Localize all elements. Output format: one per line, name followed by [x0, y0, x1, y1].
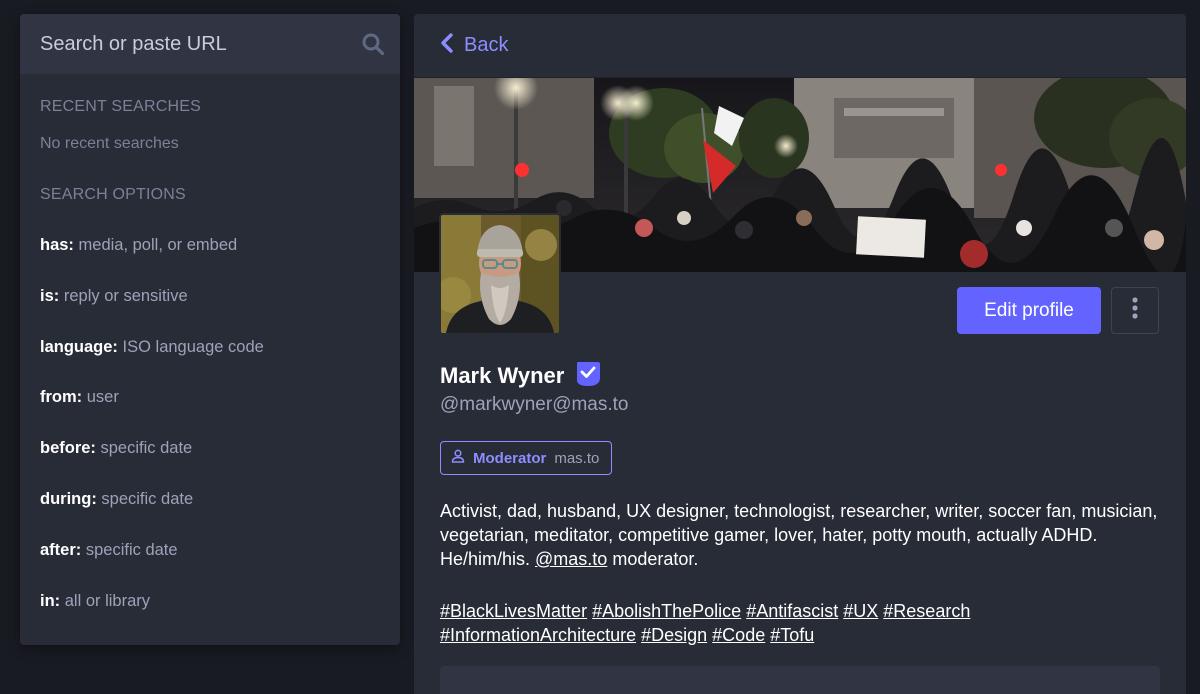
display-name: Mark Wyner [440, 362, 565, 388]
more-options-button[interactable] [1111, 287, 1159, 334]
search-options-list: has: media, poll, or embed is: reply or … [40, 236, 264, 642]
option-description: specific date [95, 439, 193, 458]
hashtag-list: #BlackLivesMatter #AbolishThePolice #Ant… [440, 599, 1160, 647]
search-option-after[interactable]: after: specific date [40, 541, 264, 592]
edit-profile-button[interactable]: Edit profile [957, 287, 1101, 334]
display-name-row: Mark Wyner [440, 359, 602, 392]
option-key: has: [40, 236, 74, 254]
bio-text: Activist, dad, husband, UX designer, tec… [440, 499, 1160, 571]
hashtag-link[interactable]: #Research [883, 601, 970, 621]
back-button[interactable]: Back [440, 32, 509, 59]
search-option-from[interactable]: from: user [40, 388, 264, 439]
profile-bio: Activist, dad, husband, UX designer, tec… [440, 499, 1160, 647]
avatar[interactable] [439, 213, 561, 335]
role-domain: mas.to [554, 449, 600, 467]
mention-link[interactable]: @mas.to [535, 549, 607, 569]
option-description: specific date [96, 489, 194, 508]
option-description: media, poll, or embed [73, 236, 238, 254]
hashtag-link[interactable]: #Antifascist [746, 601, 838, 621]
search-option-is[interactable]: is: reply or sensitive [40, 287, 264, 338]
bio-part: moderator. [607, 549, 699, 569]
option-key: before: [40, 439, 96, 458]
option-key: from: [40, 388, 83, 407]
recent-searches-heading: Recent searches [40, 98, 201, 115]
column-header: Back [414, 14, 1186, 78]
back-label: Back [464, 34, 509, 56]
option-key: during: [40, 489, 97, 508]
hashtag-link[interactable]: #Code [712, 625, 765, 645]
search-panel: Recent searches No recent searches Searc… [20, 14, 400, 645]
option-key: language: [40, 337, 118, 356]
option-description: ISO language code [117, 337, 264, 356]
profile-panel: Back Edit profile Mark Wyner @markwyner@… [414, 14, 1186, 694]
hashtag-link[interactable]: #Tofu [770, 625, 814, 645]
option-key: after: [40, 540, 82, 559]
option-description: user [82, 388, 119, 407]
chevron-left-icon [440, 32, 454, 59]
ellipsis-vertical-icon [1132, 297, 1138, 324]
search-option-has[interactable]: has: media, poll, or embed [40, 236, 264, 287]
option-key: is: [40, 286, 60, 305]
search-bar [20, 14, 400, 74]
search-icon[interactable] [360, 31, 386, 57]
option-description: specific date [81, 540, 178, 559]
search-option-language[interactable]: language: ISO language code [40, 338, 264, 389]
profile-fields-card [440, 666, 1160, 694]
recent-searches-empty: No recent searches [40, 135, 179, 152]
verified-check-icon [574, 359, 602, 392]
option-description: reply or sensitive [59, 286, 188, 305]
user-icon [451, 449, 465, 468]
account-handle: @markwyner@mas.to [440, 394, 629, 415]
search-input[interactable] [40, 32, 360, 56]
hashtag-link[interactable]: #BlackLivesMatter [440, 601, 587, 621]
search-option-in[interactable]: in: all or library [40, 592, 264, 643]
hashtag-link[interactable]: #Design [641, 625, 707, 645]
search-option-before[interactable]: before: specific date [40, 439, 264, 490]
search-option-during[interactable]: during: specific date [40, 490, 264, 541]
role-badge: Moderator mas.to [440, 441, 613, 475]
hashtag-link[interactable]: #UX [843, 601, 878, 621]
role-name: Moderator [473, 449, 547, 467]
hashtag-link[interactable]: #AbolishThePolice [592, 601, 741, 621]
search-options-heading: Search options [40, 186, 186, 203]
option-description: all or library [60, 591, 151, 610]
hashtag-link[interactable]: #InformationArchitecture [440, 625, 636, 645]
option-key: in: [40, 591, 61, 610]
